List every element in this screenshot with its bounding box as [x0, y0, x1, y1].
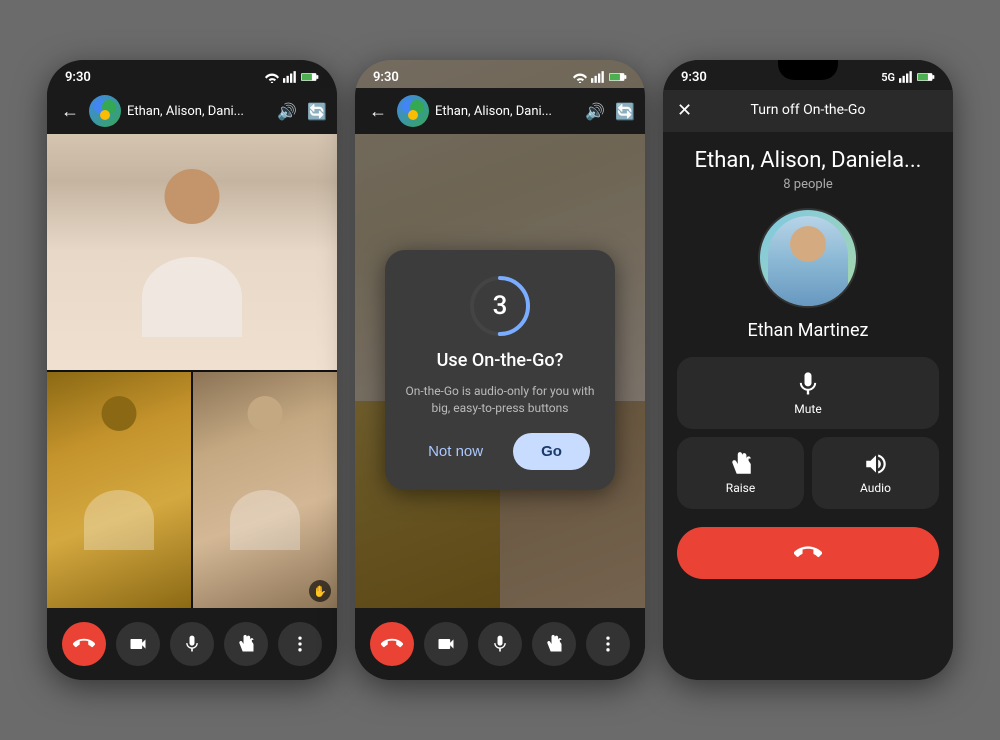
participants-label-1: Ethan, Alison, Dani...: [127, 104, 271, 119]
mic-icon-2: [490, 634, 510, 654]
half-controls-row: Raise Audio: [677, 437, 939, 509]
video-participant-3: ✋: [193, 372, 337, 608]
go-button[interactable]: Go: [513, 433, 590, 470]
countdown-number: 3: [493, 291, 508, 321]
avatar-inner-3: [768, 216, 848, 306]
audio-icon: [863, 451, 889, 477]
battery-icon-2: [609, 71, 627, 83]
time-3: 9:30: [681, 70, 707, 85]
more-icon: [290, 634, 310, 654]
more-button-1[interactable]: [278, 622, 322, 666]
signal-icon-3: [899, 71, 913, 83]
dialog-description: On-the-Go is audio-only for you with big…: [405, 383, 595, 417]
phone-2: 9:30 ← Ethan, Alison, Dani... 🔊 🔄: [355, 60, 645, 680]
call-header-2: ← Ethan, Alison, Dani... 🔊 🔄: [355, 88, 645, 134]
camera-icon-2: [436, 634, 456, 654]
on-go-controls: Mute Raise Audio: [677, 357, 939, 579]
raise-hand-icon: [236, 634, 256, 654]
dialog-title: Use On-the-Go?: [437, 350, 564, 371]
avatar-group-2: [397, 95, 429, 127]
camera-icon: [128, 634, 148, 654]
time-2: 9:30: [373, 70, 399, 85]
mic-button-1[interactable]: [170, 622, 214, 666]
wifi-icon-2: [573, 71, 587, 83]
raise-button-3[interactable]: Raise: [677, 437, 804, 509]
network-type-3: 5G: [881, 71, 895, 84]
countdown-ring: 3: [468, 274, 532, 338]
wifi-icon: [265, 71, 279, 83]
status-bar-2: 9:30: [355, 60, 645, 90]
back-button-1[interactable]: ←: [57, 97, 83, 126]
status-icons-3: 5G: [881, 71, 935, 84]
end-call-button-2[interactable]: [370, 622, 414, 666]
signal-icon: [283, 71, 297, 83]
end-call-icon-2: [381, 633, 403, 655]
flip-camera-icon-2[interactable]: 🔄: [615, 102, 635, 121]
raise-label-3: Raise: [726, 481, 755, 495]
person-video-top: [47, 134, 337, 370]
caller-name-3: Ethan Martinez: [748, 320, 869, 341]
call-controls-1: [47, 608, 337, 680]
raise-hand-button-1[interactable]: [224, 622, 268, 666]
mute-button-3[interactable]: Mute: [677, 357, 939, 429]
battery-icon: [301, 71, 319, 83]
back-button-2[interactable]: ←: [365, 97, 391, 126]
turn-off-bar: ✕ Turn off On-the-Go: [663, 88, 953, 132]
people-count-3: 8 people: [783, 177, 833, 192]
video-participant-main: [47, 134, 337, 370]
speaker-icon-1[interactable]: 🔊: [277, 102, 297, 121]
raise-hand-icon-3: [728, 451, 754, 477]
status-bar-1: 9:30: [47, 60, 337, 90]
phone-1: 9:30 ← Ethan, Alison, Dani... 🔊 🔄: [47, 60, 337, 680]
end-call-button-1[interactable]: [62, 622, 106, 666]
time-1: 9:30: [65, 70, 91, 85]
on-the-go-dialog: 3 Use On-the-Go? On-the-Go is audio-only…: [385, 250, 615, 490]
dialog-overlay: 3 Use On-the-Go? On-the-Go is audio-only…: [355, 60, 645, 680]
participants-avatar: [91, 97, 119, 125]
call-header-1: ← Ethan, Alison, Dani... 🔊 🔄: [47, 88, 337, 134]
video-participant-2: [47, 372, 191, 608]
audio-button-3[interactable]: Audio: [812, 437, 939, 509]
status-icons-1: [265, 71, 319, 83]
signal-icon-2: [591, 71, 605, 83]
battery-icon-3: [917, 71, 935, 83]
end-call-icon: [73, 633, 95, 655]
dialog-actions: Not now Go: [410, 433, 590, 470]
camera-button-1[interactable]: [116, 622, 160, 666]
camera-button-2[interactable]: [424, 622, 468, 666]
end-call-button-3[interactable]: [677, 527, 939, 579]
raise-hand-button-2[interactable]: [532, 622, 576, 666]
raise-hand-icon-2: [544, 634, 564, 654]
not-now-button[interactable]: Not now: [410, 433, 501, 470]
mute-icon: [794, 370, 822, 398]
mute-label-3: Mute: [794, 402, 821, 416]
flip-camera-icon-1[interactable]: 🔄: [307, 102, 327, 121]
call-controls-2: [355, 608, 645, 680]
more-icon-2: [598, 634, 618, 654]
phone3-main-content: Ethan, Alison, Daniela... 8 people Ethan…: [663, 132, 953, 680]
raise-hand-indicator: ✋: [309, 580, 331, 602]
header-icons-2: 🔊 🔄: [585, 102, 635, 121]
caller-avatar-3: [758, 208, 858, 308]
avatar-group-1: [89, 95, 121, 127]
participants-avatar-2: [399, 97, 427, 125]
more-button-2[interactable]: [586, 622, 630, 666]
video-grid-1: ✋: [47, 134, 337, 608]
phone-3: 9:30 5G ✕ Turn off On-the-Go Ethan, Alis…: [663, 60, 953, 680]
call-name-3: Ethan, Alison, Daniela...: [677, 148, 939, 173]
speaker-icon-2[interactable]: 🔊: [585, 102, 605, 121]
phone-notch: [778, 60, 838, 80]
close-button-3[interactable]: ✕: [677, 100, 692, 121]
participants-label-2: Ethan, Alison, Dani...: [435, 104, 579, 119]
header-icons-1: 🔊 🔄: [277, 102, 327, 121]
status-icons-2: [573, 71, 627, 83]
end-call-icon-3: [794, 539, 822, 567]
mic-button-2[interactable]: [478, 622, 522, 666]
audio-label-3: Audio: [860, 481, 891, 495]
turn-off-label: Turn off On-the-Go: [751, 102, 866, 118]
avatar-head-3: [790, 226, 826, 262]
video-bottom-row: ✋: [47, 372, 337, 608]
mic-icon: [182, 634, 202, 654]
